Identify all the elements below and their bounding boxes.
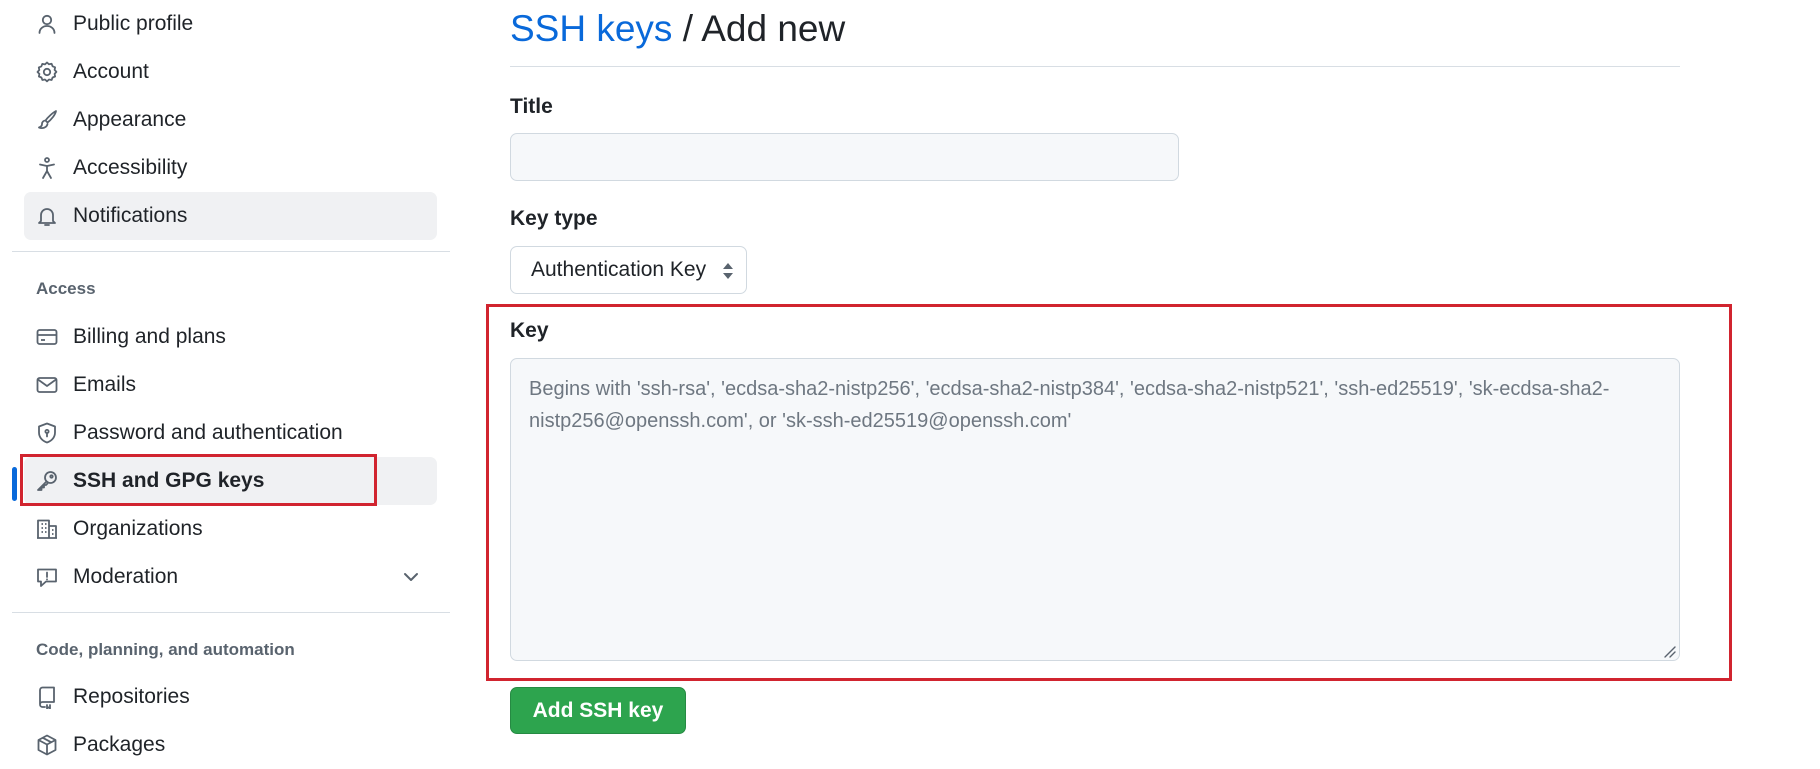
shield-icon (35, 421, 59, 445)
resize-grip-icon[interactable] (1662, 644, 1676, 658)
sidebar-item-label: Notifications (73, 204, 188, 227)
sidebar-item-label: Password and authentication (73, 421, 343, 444)
sidebar-item-notifications[interactable]: Notifications (24, 192, 437, 240)
sidebar-item-label: Billing and plans (73, 325, 226, 348)
sidebar-item-public-profile[interactable]: Public profile (24, 0, 437, 48)
credit-card-icon (35, 325, 59, 349)
highlight-box-ssh-item (20, 454, 377, 506)
breadcrumb-ssh-keys-link[interactable]: SSH keys (510, 8, 672, 49)
sidebar-item-label: Accessibility (73, 156, 188, 179)
sidebar-item-billing[interactable]: Billing and plans (24, 313, 437, 361)
sidebar-item-label: Emails (73, 373, 137, 396)
organization-icon (35, 517, 59, 541)
sidebar-item-moderation[interactable]: Moderation (24, 553, 437, 601)
sidebar-item-label: Organizations (73, 517, 203, 540)
sidebar-item-label: Public profile (73, 12, 194, 35)
accessibility-icon (35, 156, 59, 180)
title-input[interactable] (510, 133, 1179, 181)
add-ssh-key-button[interactable]: Add SSH key (510, 687, 686, 734)
sidebar-item-label: Appearance (73, 108, 187, 131)
report-icon (35, 565, 59, 589)
key-textarea[interactable] (510, 358, 1680, 661)
page-title: SSH keys / Add new (510, 4, 845, 54)
key-field-label: Key (510, 319, 549, 342)
package-icon (35, 733, 59, 757)
chevron-down-icon[interactable] (399, 565, 423, 589)
sidebar-divider (12, 612, 450, 613)
sidebar-item-label: Repositories (73, 685, 190, 708)
sidebar-divider (12, 251, 450, 252)
page-title-suffix: / Add new (672, 8, 846, 49)
mail-icon (35, 373, 59, 397)
active-item-indicator (12, 467, 17, 501)
sidebar-section-heading-code: Code, planning, and automation (36, 640, 295, 659)
sidebar-section-heading-access: Access (36, 279, 96, 298)
paintbrush-icon (35, 108, 59, 132)
sidebar-item-packages[interactable]: Packages (24, 721, 437, 769)
sidebar-item-accessibility[interactable]: Accessibility (24, 144, 437, 192)
person-icon (35, 12, 59, 36)
settings-sidebar: Public profile Account Appearance Access… (0, 0, 452, 767)
sidebar-item-account[interactable]: Account (24, 48, 437, 96)
sidebar-item-label: Account (73, 60, 149, 83)
key-type-select[interactable]: Authentication Key (510, 246, 747, 294)
gear-icon (35, 60, 59, 84)
sidebar-item-appearance[interactable]: Appearance (24, 96, 437, 144)
key-type-selected-value: Authentication Key (531, 258, 707, 281)
sidebar-item-repositories[interactable]: Repositories (24, 673, 437, 721)
sidebar-item-label: Packages (73, 733, 166, 756)
sidebar-item-password-authentication[interactable]: Password and authentication (24, 409, 437, 457)
sidebar-item-emails[interactable]: Emails (24, 361, 437, 409)
key-type-label: Key type (510, 207, 598, 230)
sidebar-item-label: Moderation (73, 565, 179, 588)
title-field-label: Title (510, 95, 553, 118)
sidebar-item-organizations[interactable]: Organizations (24, 505, 437, 553)
repo-icon (35, 685, 59, 709)
title-divider (510, 66, 1680, 67)
bell-icon (35, 204, 59, 228)
select-arrows-icon (721, 261, 735, 281)
